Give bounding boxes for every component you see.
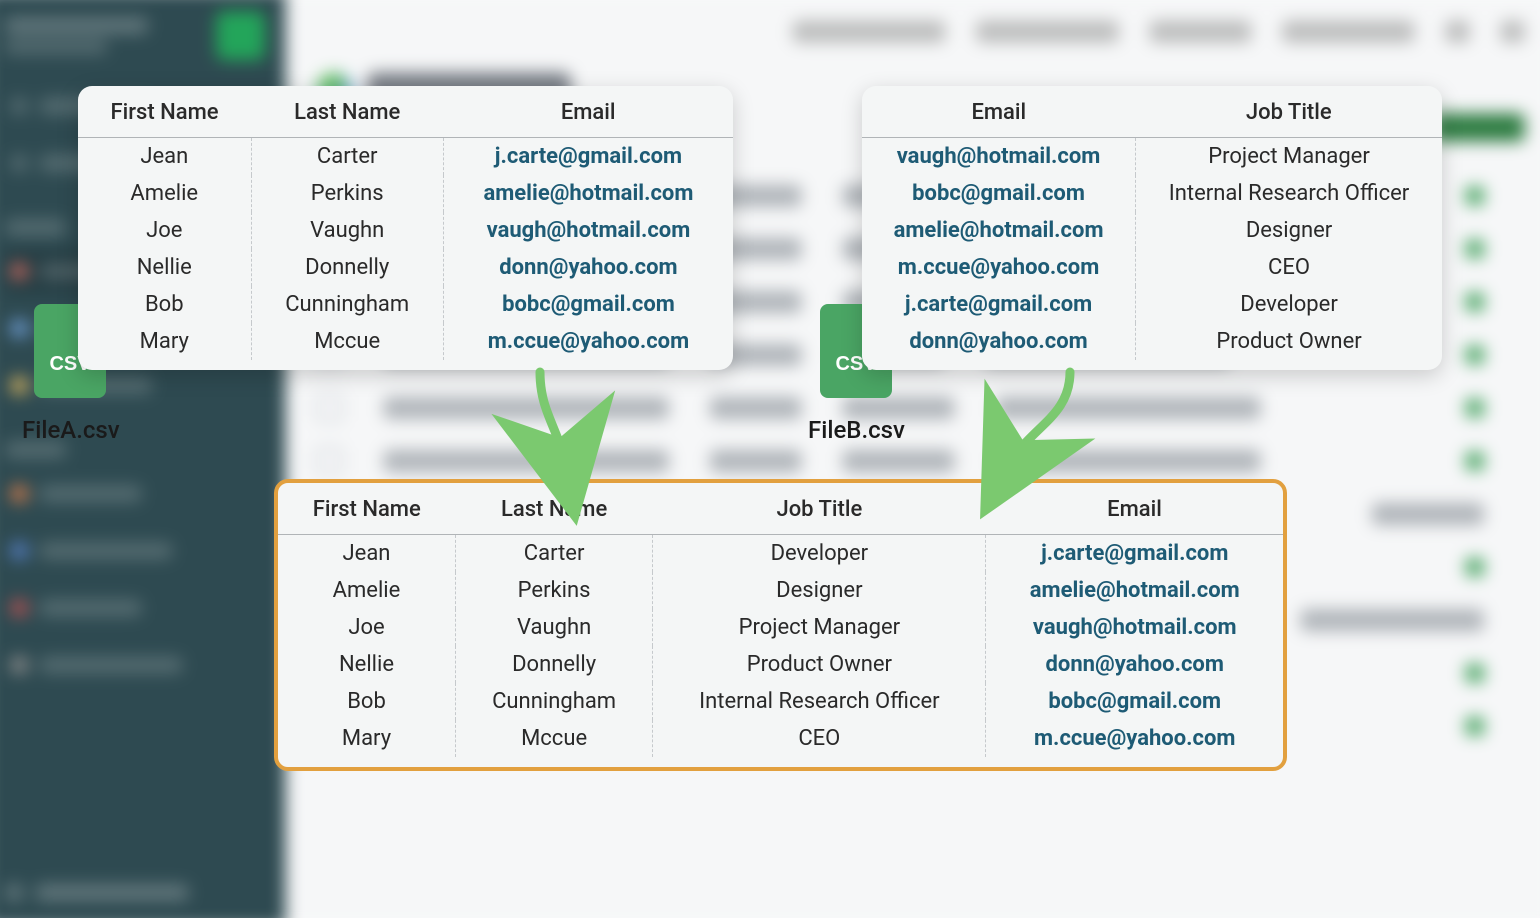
file-a-header: Email (443, 92, 733, 138)
table-row: JeanCarterDeveloperj.carte@gmail.com (278, 535, 1283, 573)
table-row: BobCunninghamInternal Research Officerbo… (278, 683, 1283, 720)
file-a-label: FileA.csv (22, 416, 120, 444)
file-b-table: Email Job Title vaugh@hotmail.comProject… (862, 86, 1442, 370)
file-b-label: FileB.csv (808, 416, 905, 444)
table-row: donn@yahoo.comProduct Owner (862, 323, 1442, 360)
table-row: JoeVaughnvaugh@hotmail.com (78, 212, 733, 249)
table-row: MaryMccuem.ccue@yahoo.com (78, 323, 733, 360)
table-row: JoeVaughnProject Managervaugh@hotmail.co… (278, 609, 1283, 646)
file-b-header: Email (862, 92, 1136, 138)
table-row: amelie@hotmail.comDesigner (862, 212, 1442, 249)
merged-header: Last Name (455, 489, 652, 535)
table-row: AmeliePerkinsDesigneramelie@hotmail.com (278, 572, 1283, 609)
table-row: AmeliePerkinsamelie@hotmail.com (78, 175, 733, 212)
file-a-header: First Name (78, 92, 251, 138)
table-row: vaugh@hotmail.comProject Manager (862, 138, 1442, 176)
table-row: m.ccue@yahoo.comCEO (862, 249, 1442, 286)
table-row: bobc@gmail.comInternal Research Officer (862, 175, 1442, 212)
merged-header: Email (986, 489, 1283, 535)
arrow-b-to-merged-icon (990, 372, 1100, 482)
table-row: NellieDonnellyProduct Ownerdonn@yahoo.co… (278, 646, 1283, 683)
arrow-a-to-merged-icon (510, 372, 600, 482)
merged-header: Job Title (653, 489, 986, 535)
merged-header: First Name (278, 489, 455, 535)
table-row: JeanCarterj.carte@gmail.com (78, 138, 733, 176)
file-a-table: First Name Last Name Email JeanCarterj.c… (78, 86, 733, 370)
table-row: NellieDonnellydonn@yahoo.com (78, 249, 733, 286)
file-b-header: Job Title (1136, 92, 1442, 138)
merged-table: First Name Last Name Job Title Email Jea… (274, 479, 1287, 771)
table-row: j.carte@gmail.comDeveloper (862, 286, 1442, 323)
file-a-header: Last Name (251, 92, 443, 138)
table-row: MaryMccueCEOm.ccue@yahoo.com (278, 720, 1283, 757)
table-row: BobCunninghambobc@gmail.com (78, 286, 733, 323)
